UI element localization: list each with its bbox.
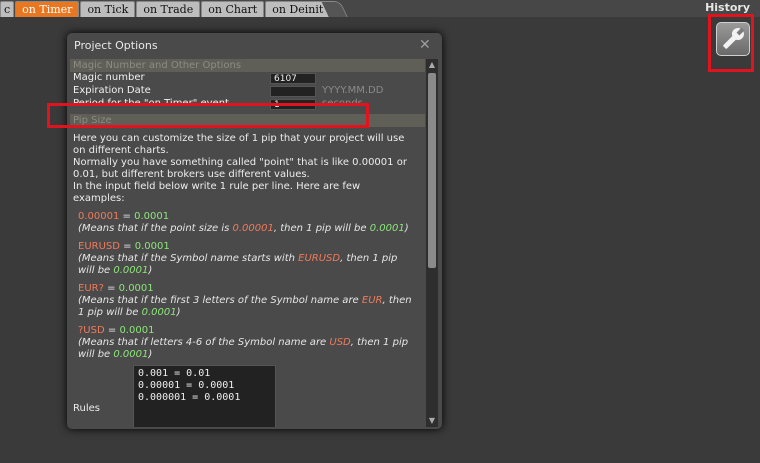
project-options-dialog: Project Options ✕ Magic Number and Other…	[67, 33, 442, 429]
expiration-row: Expiration Date YYYY.MM.DD	[70, 85, 425, 98]
tab-on-timer[interactable]: on Timer	[15, 1, 80, 17]
tab-on-trade[interactable]: on Trade	[136, 1, 201, 17]
example-item: EUR? = 0.0001 (Means that if the first 3…	[78, 283, 412, 318]
dialog-scrollbar[interactable]: ▲ ▼	[426, 59, 438, 427]
highlight-timer-period	[47, 103, 369, 128]
magic-number-input[interactable]: 6107	[270, 73, 316, 84]
expiration-input[interactable]	[270, 86, 316, 97]
expiration-hint: YYYY.MM.DD	[322, 85, 384, 96]
magic-number-label: Magic number	[73, 72, 145, 83]
example-item: ?USD = 0.0001 (Means that if letters 4-6…	[78, 325, 409, 360]
example-item: EURUSD = 0.0001 (Means that if the Symbo…	[78, 241, 398, 276]
tab-on-deinit[interactable]: on Deinit	[265, 1, 331, 17]
scroll-down-icon[interactable]: ▼	[426, 415, 438, 427]
pip-para-1: Here you can customize the size of 1 pip…	[73, 133, 405, 156]
highlight-tool-button	[708, 14, 754, 72]
pip-para-3: In the input field below write 1 rule pe…	[73, 181, 361, 204]
pip-para-2: Normally you have something called "poin…	[73, 157, 407, 180]
event-tabs: c on Timer on Tick on Trade on Chart on …	[0, 0, 349, 17]
section-magic-header: Magic Number and Other Options	[70, 59, 425, 72]
pip-description: Here you can customize the size of 1 pip…	[70, 127, 416, 361]
tab-on-chart[interactable]: on Chart	[201, 1, 265, 17]
scroll-thumb[interactable]	[428, 73, 436, 268]
close-icon[interactable]: ✕	[419, 37, 431, 53]
history-label[interactable]: History	[705, 1, 750, 14]
expiration-label: Expiration Date	[73, 85, 151, 96]
scroll-up-icon[interactable]: ▲	[426, 59, 438, 71]
example-item: 0.00001 = 0.0001 (Means that if the poin…	[78, 211, 409, 234]
dialog-title: Project Options	[74, 39, 158, 52]
top-bar: c on Timer on Tick on Trade on Chart on …	[0, 0, 760, 17]
rules-textarea[interactable]: 0.001 = 0.01 0.00001 = 0.0001 0.000001 =…	[133, 365, 276, 427]
rules-label: Rules	[73, 403, 100, 414]
tab-previous[interactable]: c	[0, 1, 15, 17]
tab-on-tick[interactable]: on Tick	[80, 1, 136, 17]
magic-number-row: Magic number 6107	[70, 72, 425, 85]
